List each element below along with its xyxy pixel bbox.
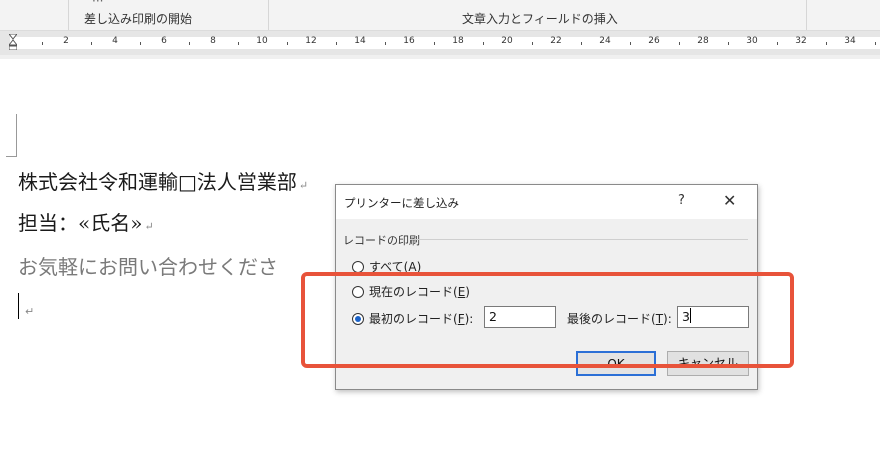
dialog-title: プリンターに差し込み: [344, 196, 459, 210]
ruler-tick: [90, 42, 92, 45]
ruler-tick: [41, 42, 43, 45]
doc-line-contact[interactable]: 担当：«氏名» ↵: [18, 207, 154, 236]
paragraph-mark: ↵: [298, 179, 309, 192]
ruler-number: 26: [648, 36, 660, 46]
ruler-tick: [874, 42, 876, 45]
ruler-tick: [139, 42, 141, 45]
ruler-tick: [335, 42, 337, 45]
ruler-number: 10: [256, 36, 268, 46]
ruler-tick: [482, 42, 484, 45]
ribbon-separator: [806, 0, 807, 30]
doc-line-company[interactable]: 株式会社令和運輸□法人営業部 ↵: [18, 166, 308, 195]
ribbon-cut-text: ···: [92, 0, 104, 8]
doc-line-inquiry[interactable]: お気軽にお問い合わせくださ: [18, 251, 278, 280]
doc-line-inquiry-text: お気軽にお問い合わせくださ: [18, 255, 278, 279]
indent-marker-icon[interactable]: [9, 34, 17, 50]
paragraph-mark: ↵: [25, 305, 35, 318]
ruler-number: 32: [795, 36, 807, 46]
ruler-number: 6: [161, 36, 167, 46]
ruler-tick: [776, 42, 778, 45]
horizontal-ruler[interactable]: 2 4 6 8 10 12 14 16 18 20 22 24 26 28 30 32 34: [0, 31, 880, 55]
dialog-title-bar[interactable]: プリンターに差し込み ? ✕: [336, 185, 757, 219]
ruler-tick: [433, 42, 435, 45]
ruler-tick: [678, 42, 680, 45]
doc-line-contact-text: 担当：«氏名»: [18, 211, 143, 235]
ruler-number: 30: [746, 36, 758, 46]
ruler-tick: [629, 42, 631, 45]
ruler-tick: [237, 42, 239, 45]
ruler-number: 20: [501, 36, 513, 46]
ruler-tick: [531, 42, 533, 45]
ruler-number: 12: [305, 36, 317, 46]
ruler-tick: [286, 42, 288, 45]
group-divider: [410, 239, 748, 240]
ruler-tick: [727, 42, 729, 45]
ribbon-group-mailmerge: 差し込み印刷の開始: [84, 12, 193, 26]
ribbon-group-insert: 文章入力とフィールドの挿入: [462, 12, 618, 26]
record-group-label: レコードの印刷: [343, 234, 420, 247]
ruler-number: 16: [403, 36, 415, 46]
ruler-number: 22: [550, 36, 562, 46]
ruler-number: 18: [452, 36, 464, 46]
ruler-number: 14: [354, 36, 366, 46]
ruler-tick: [384, 42, 386, 45]
page-corner-mark: [6, 114, 17, 157]
ruler-number: 4: [112, 36, 118, 46]
text-caret: [18, 293, 19, 319]
ruler-shadow: [0, 55, 880, 59]
close-icon[interactable]: ✕: [723, 191, 736, 210]
help-button[interactable]: ?: [678, 193, 685, 208]
doc-line-company-text: 株式会社令和運輸□法人営業部: [18, 170, 297, 194]
ruler-number: 2: [63, 36, 69, 46]
ruler-tick: [825, 42, 827, 45]
annotation-highlight-box: [301, 272, 794, 368]
ribbon-separator: [68, 0, 69, 30]
ribbon: ··· 差し込み印刷の開始 文章入力とフィールドの挿入: [0, 0, 880, 31]
ruler-number: 28: [697, 36, 709, 46]
ruler-tick: [580, 42, 582, 45]
ruler-number: 34: [844, 36, 856, 46]
paragraph-mark: ↵: [144, 220, 154, 233]
ruler-number: 24: [599, 36, 611, 46]
ribbon-separator: [268, 0, 269, 30]
ruler-tick: [188, 42, 190, 45]
ruler-number: 8: [210, 36, 216, 46]
radio-circle-icon[interactable]: [352, 260, 364, 273]
